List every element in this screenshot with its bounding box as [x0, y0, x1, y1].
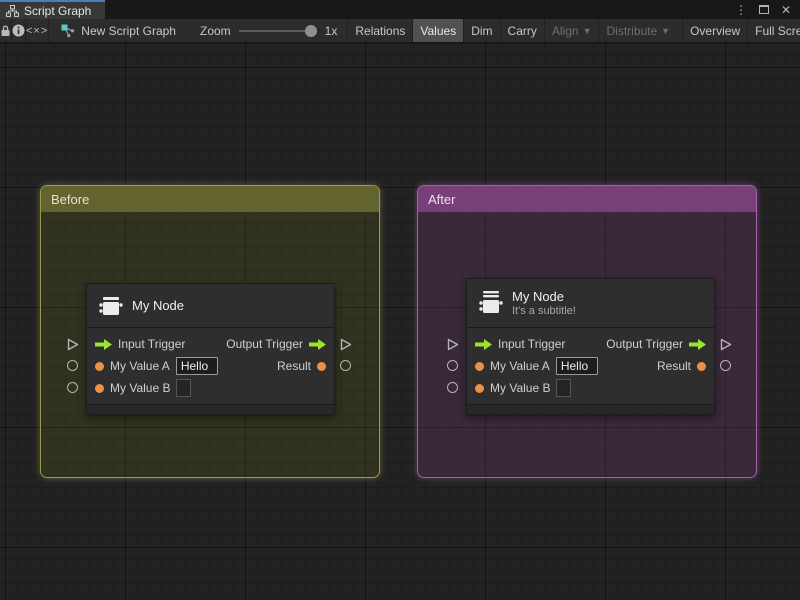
script-graph-window: Script Graph ⋮ ✕ <×> New Script Graph Zo…: [0, 0, 800, 600]
toolbar-toggles: Relations Values Dim Carry Align ▼ Distr…: [347, 19, 800, 42]
value-a-input[interactable]: [175, 357, 218, 375]
zoom-slider-handle[interactable]: [304, 24, 317, 37]
port-row-value-b: My Value B: [87, 377, 334, 399]
dropdown-align[interactable]: Align ▼: [543, 19, 599, 42]
lock-button[interactable]: [0, 19, 12, 42]
external-output-trigger-port[interactable]: [718, 337, 733, 352]
dropdown-distribute[interactable]: Distribute ▼: [598, 19, 677, 42]
port-row-value-a: My Value A Result: [467, 355, 714, 377]
code-view-button[interactable]: <×>: [26, 19, 50, 42]
maximize-icon[interactable]: [758, 4, 769, 16]
external-result-port[interactable]: [720, 360, 731, 371]
graph-canvas[interactable]: Before After My Node Input Trigger Outpu…: [0, 43, 800, 600]
group-before-header[interactable]: Before: [41, 186, 379, 212]
group-after-title: After: [428, 191, 456, 207]
code-brackets-icon: <×>: [26, 24, 49, 37]
result-port-icon[interactable]: [697, 361, 706, 371]
tab-title: Script Graph: [24, 3, 92, 18]
external-value-b-port[interactable]: [447, 382, 458, 393]
node-my-node-before[interactable]: My Node Input Trigger Output Trigger My …: [86, 283, 335, 415]
toggle-dim[interactable]: Dim: [463, 19, 499, 42]
info-icon: [12, 24, 25, 37]
value-a-input[interactable]: [555, 357, 598, 375]
chevron-down-icon: ▼: [582, 25, 592, 36]
info-button[interactable]: [12, 19, 26, 42]
zoom-slider[interactable]: [238, 24, 317, 37]
external-value-a-port[interactable]: [67, 360, 78, 371]
node-title: My Node: [512, 289, 565, 304]
toggle-relations[interactable]: Relations: [347, 19, 412, 42]
external-output-trigger-port[interactable]: [338, 337, 353, 352]
output-trigger-arrow-icon[interactable]: [689, 338, 706, 350]
zoom-control: Zoom 1x: [186, 19, 347, 42]
node-before-header[interactable]: My Node: [87, 284, 334, 328]
script-graph-asset-icon: [61, 24, 75, 38]
result-port-icon[interactable]: [317, 361, 326, 371]
port-row-value-a: My Value A Result: [87, 355, 334, 377]
tab-script-graph[interactable]: Script Graph: [0, 0, 106, 19]
tab-bar: Script Graph ⋮ ✕: [0, 0, 800, 19]
port-row-value-b: My Value B: [467, 377, 714, 399]
toggle-carry[interactable]: Carry: [499, 19, 544, 42]
port-row-triggers: Input Trigger Output Trigger: [467, 333, 714, 355]
external-input-trigger-port[interactable]: [65, 337, 80, 352]
button-full-screen[interactable]: Full Screen: [747, 19, 800, 42]
unit-node-icon: [97, 293, 123, 319]
unit-node-icon: [477, 290, 503, 316]
value-a-port-icon[interactable]: [95, 361, 104, 371]
window-controls: ⋮ ✕: [735, 0, 800, 19]
node-subtitle: It's a subtitle!: [512, 305, 576, 317]
node-footer: [87, 404, 334, 414]
lock-icon: [0, 25, 11, 37]
node-after-header[interactable]: My Node It's a subtitle!: [467, 279, 714, 328]
close-icon[interactable]: ✕: [781, 4, 791, 16]
group-before-title: Before: [51, 191, 90, 207]
value-b-port-icon[interactable]: [95, 383, 104, 393]
toolbar: <×> New Script Graph Zoom 1x Relations V…: [0, 19, 800, 43]
menu-kebab-icon[interactable]: ⋮: [735, 4, 747, 16]
node-my-node-after[interactable]: My Node It's a subtitle! Input Trigger O…: [466, 278, 715, 415]
external-input-trigger-port[interactable]: [445, 337, 460, 352]
output-trigger-arrow-icon[interactable]: [309, 338, 326, 350]
value-b-input[interactable]: [176, 379, 192, 397]
external-value-a-port[interactable]: [447, 360, 458, 371]
toggle-values[interactable]: Values: [412, 19, 464, 42]
graph-hierarchy-icon: [6, 4, 19, 17]
value-a-port-icon[interactable]: [475, 361, 484, 371]
port-row-triggers: Input Trigger Output Trigger: [87, 333, 334, 355]
input-trigger-arrow-icon[interactable]: [95, 338, 112, 350]
value-b-port-icon[interactable]: [475, 383, 484, 393]
external-value-b-port[interactable]: [67, 382, 78, 393]
value-b-input[interactable]: [556, 379, 572, 397]
external-result-port[interactable]: [340, 360, 351, 371]
zoom-value: 1x: [324, 23, 338, 38]
input-trigger-arrow-icon[interactable]: [475, 338, 492, 350]
graph-breadcrumb[interactable]: New Script Graph: [49, 19, 186, 42]
node-title: My Node: [132, 298, 185, 313]
group-after-header[interactable]: After: [418, 186, 756, 212]
graph-title: New Script Graph: [81, 23, 176, 38]
node-footer: [467, 404, 714, 414]
zoom-label: Zoom: [199, 23, 231, 38]
chevron-down-icon: ▼: [661, 25, 671, 36]
button-overview[interactable]: Overview: [682, 19, 747, 42]
